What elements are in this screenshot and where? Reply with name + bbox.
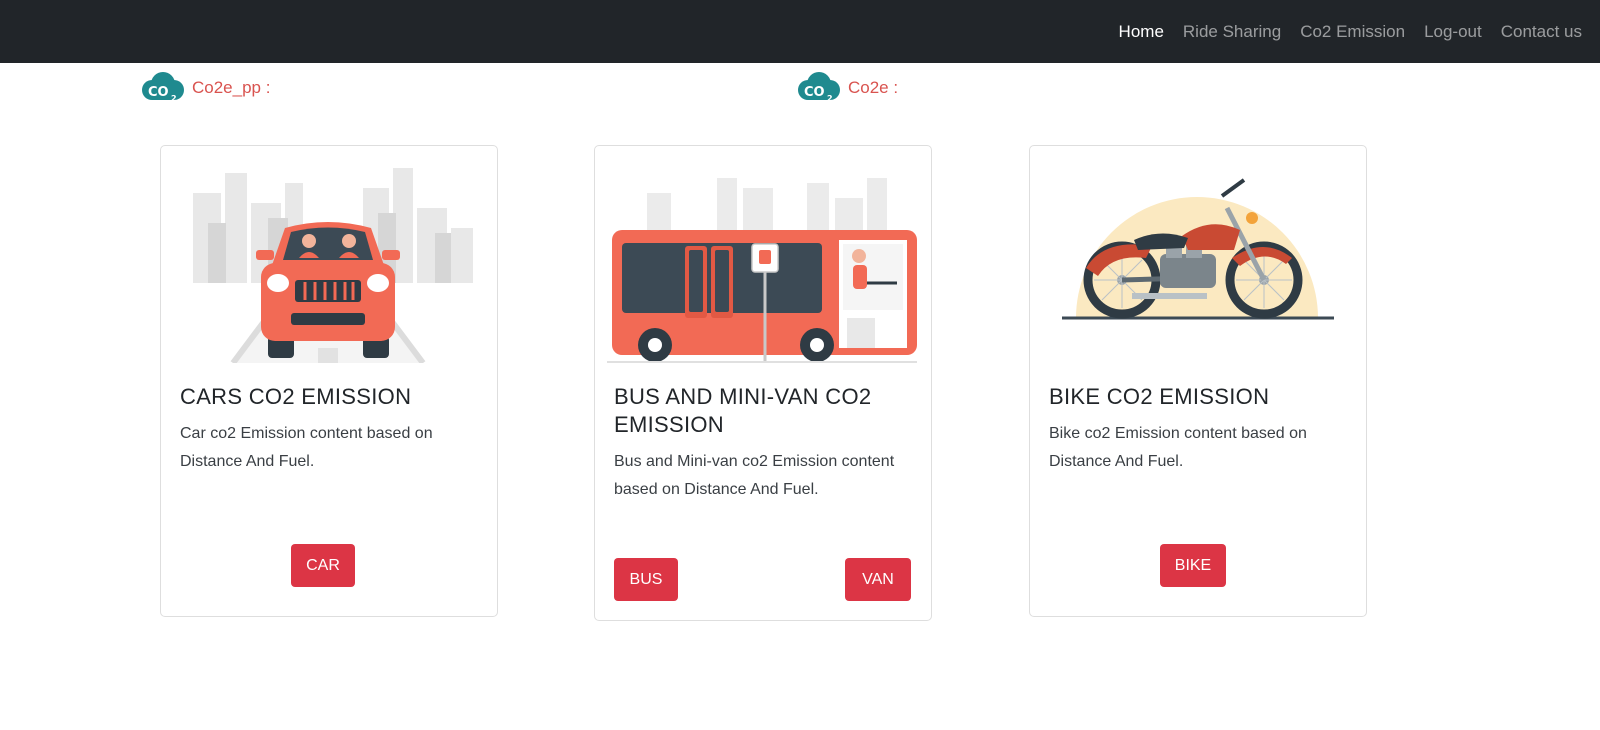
svg-text:CO: CO bbox=[148, 85, 169, 100]
svg-text:2: 2 bbox=[171, 94, 177, 103]
bus-minivan-emission-card: BUS AND MINI-VAN CO2 EMISSION Bus and Mi… bbox=[594, 145, 932, 621]
nav-links: Home Ride Sharing Co2 Emission Log-out C… bbox=[1119, 0, 1582, 63]
motorbike-illustration bbox=[1062, 178, 1334, 320]
svg-text:CO: CO bbox=[804, 85, 825, 100]
co2e-pp-indicator: CO 2 Co2e_pp : bbox=[140, 70, 270, 106]
nav-contact-link[interactable]: Contact us bbox=[1501, 22, 1582, 42]
car-illustration bbox=[193, 168, 473, 363]
card-description: Bike co2 Emission content based on Dista… bbox=[1049, 425, 1307, 470]
car-emission-card: CARS CO2 EMISSION Car co2 Emission conte… bbox=[160, 145, 498, 617]
bike-button[interactable]: BIKE bbox=[1160, 544, 1226, 587]
bike-emission-card: BIKE CO2 EMISSION Bike co2 Emission cont… bbox=[1029, 145, 1367, 617]
nav-home-link[interactable]: Home bbox=[1119, 22, 1164, 42]
co2e-pp-label: Co2e_pp : bbox=[192, 78, 271, 97]
bus-illustration bbox=[607, 178, 917, 363]
co2e-indicator: CO 2 Co2e : bbox=[796, 70, 898, 106]
card-title: CARS CO2 EMISSION bbox=[180, 384, 412, 409]
nav-logout-link[interactable]: Log-out bbox=[1424, 22, 1482, 42]
co2-cloud-icon: CO 2 bbox=[142, 72, 184, 103]
car-button[interactable]: CAR bbox=[291, 544, 355, 587]
card-title: BUS AND MINI-VAN CO2 EMISSION bbox=[614, 384, 872, 437]
top-navbar: Home Ride Sharing Co2 Emission Log-out C… bbox=[0, 0, 1600, 63]
co2-cloud-icon: CO 2 bbox=[798, 72, 840, 103]
bus-button[interactable]: BUS bbox=[614, 558, 678, 601]
nav-co2-emission-link[interactable]: Co2 Emission bbox=[1300, 22, 1405, 42]
co2e-label: Co2e : bbox=[848, 78, 899, 97]
van-button[interactable]: VAN bbox=[845, 558, 911, 601]
nav-ride-sharing-link[interactable]: Ride Sharing bbox=[1183, 22, 1281, 42]
card-title: BIKE CO2 EMISSION bbox=[1049, 384, 1270, 409]
card-description: Bus and Mini-van co2 Emission content ba… bbox=[614, 453, 895, 498]
card-description: Car co2 Emission content based on Distan… bbox=[180, 425, 433, 470]
svg-text:2: 2 bbox=[827, 94, 833, 103]
